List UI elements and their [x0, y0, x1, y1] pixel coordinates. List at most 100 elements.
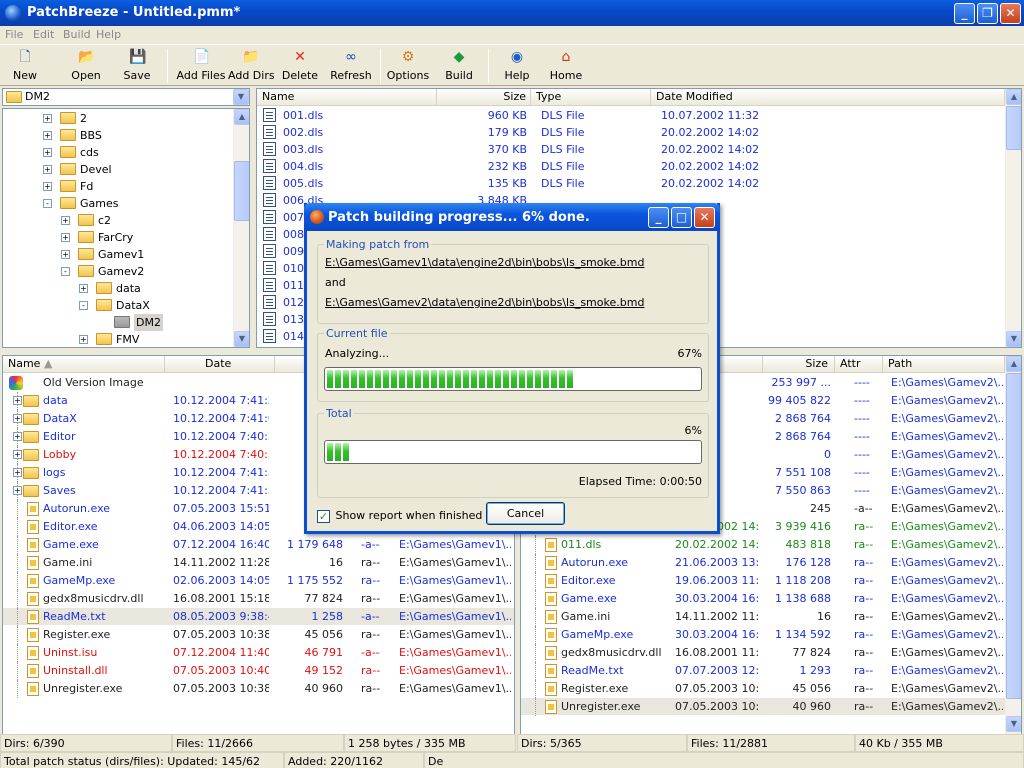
new-file-row[interactable]: Game.exe 30.03.2004 16:... 1 138 688 ra-- E:… [521, 590, 1005, 608]
old-file-row[interactable]: Register.exe 07.05.2003 10:38... 45 056 ra-… [3, 626, 514, 644]
save-button[interactable]: 💾 Save [118, 49, 156, 85]
column-date-modified[interactable]: Date Modified [651, 89, 1005, 106]
old-file-row[interactable]: GameMp.exe 02.06.2003 14:05... 1 175 552 ra… [3, 572, 514, 590]
expand-toggle-icon[interactable]: + [61, 233, 70, 242]
expand-toggle-icon[interactable]: + [61, 250, 70, 259]
old-file-row[interactable]: Uninstall.dll 07.05.2003 10:40... 49 152 ra… [3, 662, 514, 680]
tree-node[interactable]: + c2 [3, 212, 231, 229]
scroll-thumb[interactable] [234, 161, 249, 221]
new-file-row[interactable]: ReadMe.txt 07.07.2003 12:... 1 293 ra-- E:\G… [521, 662, 1005, 680]
new-file-row[interactable]: GameMp.exe 30.03.2004 16:... 1 134 592 ra--… [521, 626, 1005, 644]
scroll-thumb[interactable] [1006, 373, 1021, 699]
scroll-down-icon[interactable]: ▼ [234, 331, 249, 347]
old-file-row[interactable]: Uninst.isu 07.12.2004 11:40... 46 791 -a-- E… [3, 644, 514, 662]
old-file-row[interactable]: gedx8musicdrv.dll 16.08.2001 15:18... 77 8… [3, 590, 514, 608]
expand-toggle-icon[interactable]: + [43, 182, 52, 191]
refresh-button[interactable]: ∞ Refresh [330, 49, 372, 85]
dialog-close-button[interactable]: ✕ [694, 207, 715, 228]
menu-file[interactable]: File [5, 28, 23, 41]
close-button[interactable]: ✕ [1000, 3, 1021, 24]
build-button[interactable]: ◆ Build [442, 49, 476, 85]
expand-toggle-icon[interactable]: + [13, 468, 22, 477]
expand-toggle-icon[interactable]: + [13, 432, 22, 441]
tree-node[interactable]: - Gamev2 [3, 263, 231, 280]
chevron-down-icon[interactable]: ▼ [233, 89, 249, 105]
restore-button[interactable]: ❐ [977, 3, 998, 24]
old-file-row[interactable]: Game.ini 14.11.2002 11:28... 16 ra-- E:\Game… [3, 554, 514, 572]
menu-help[interactable]: Help [96, 28, 121, 41]
file-row[interactable]: 001.dls 960 KB DLS File 10.07.2002 11:32 [257, 107, 1005, 124]
new-file-row[interactable]: gedx8musicdrv.dll 16.08.2001 11:... 77 824… [521, 644, 1005, 662]
old-file-row[interactable]: Unregister.exe 07.05.2003 10:38... 40 960 r… [3, 680, 514, 698]
tree-node[interactable]: + data [3, 280, 231, 297]
new-version-scrollbar[interactable]: ▲ ▼ [1005, 356, 1021, 734]
new-file-row[interactable]: 011.dls 20.02.2002 14:... 483 818 ra-- E:\Ga… [521, 536, 1005, 554]
menu-build[interactable]: Build [63, 28, 91, 41]
file-row[interactable]: 004.dls 232 KB DLS File 20.02.2002 14:02 [257, 158, 1005, 175]
tree-node[interactable]: + Devel [3, 161, 231, 178]
expand-toggle-icon[interactable]: + [43, 165, 52, 174]
column-path[interactable]: Path [883, 356, 1005, 373]
tree-node[interactable]: + Fd [3, 178, 231, 195]
dialog-title-bar[interactable]: Patch building progress... 6% done. _ □ … [304, 203, 720, 231]
minimize-button[interactable]: _ [954, 3, 975, 24]
options-button[interactable]: ⚙ Options [386, 49, 430, 85]
delete-button[interactable]: ✕ Delete [280, 49, 320, 85]
show-report-checkbox[interactable]: ✓ [317, 509, 330, 523]
expand-toggle-icon[interactable]: + [13, 486, 22, 495]
tree-node[interactable]: + FarCry [3, 229, 231, 246]
tree-node[interactable]: DM2 [3, 314, 231, 331]
expand-toggle-icon[interactable]: - [43, 199, 52, 208]
file-list-scrollbar[interactable]: ▲ ▼ [1005, 89, 1021, 347]
expand-toggle-icon[interactable]: + [43, 148, 52, 157]
column-name[interactable]: Name ▲ [3, 356, 165, 373]
tree-node[interactable]: +2 [3, 110, 231, 127]
file-row[interactable]: 003.dls 370 KB DLS File 20.02.2002 14:02 [257, 141, 1005, 158]
expand-toggle-icon[interactable]: - [61, 267, 70, 276]
add-files-button[interactable]: 📄 Add Files [174, 49, 228, 85]
new-file-row[interactable]: Register.exe 07.05.2003 10:... 45 056 ra-- E… [521, 680, 1005, 698]
open-button[interactable]: 📂 Open [66, 49, 106, 85]
expand-toggle-icon[interactable]: + [61, 216, 70, 225]
title-bar[interactable]: PatchBreeze - Untitled.pmm* _ ❐ ✕ [0, 0, 1024, 26]
expand-toggle-icon[interactable]: + [79, 284, 88, 293]
expand-toggle-icon[interactable]: + [13, 450, 22, 459]
tree-node[interactable]: - Games [3, 195, 231, 212]
column-type[interactable]: Type [531, 89, 651, 106]
new-file-row[interactable]: Unregister.exe 07.05.2003 10:... 40 960 ra-… [521, 698, 1005, 716]
expand-toggle-icon[interactable]: + [13, 414, 22, 423]
tree-node[interactable]: + FMV [3, 331, 231, 347]
expand-toggle-icon[interactable]: + [79, 335, 88, 344]
cancel-button[interactable]: Cancel [486, 502, 565, 525]
new-file-row[interactable]: Game.ini 14.11.2002 11:... 16 ra-- E:\Games\… [521, 608, 1005, 626]
expand-toggle-icon[interactable]: + [43, 131, 52, 140]
show-report-checkbox-row[interactable]: ✓ Show report when finished [317, 508, 482, 524]
scroll-thumb[interactable] [1006, 106, 1021, 150]
tree-node[interactable]: + cds [3, 144, 231, 161]
file-row[interactable]: 002.dls 179 KB DLS File 20.02.2002 14:02 [257, 124, 1005, 141]
expand-toggle-icon[interactable]: - [79, 301, 88, 310]
scroll-up-icon[interactable]: ▲ [1006, 89, 1021, 105]
scroll-down-icon[interactable]: ▼ [1006, 716, 1021, 732]
scroll-down-icon[interactable]: ▼ [1006, 331, 1021, 347]
old-file-row[interactable]: Game.exe 07.12.2004 16:40... 1 179 648 -a--… [3, 536, 514, 554]
menu-edit[interactable]: Edit [33, 28, 54, 41]
column-date[interactable]: Date [165, 356, 275, 373]
old-file-row[interactable]: ReadMe.txt 08.05.2003 9:38:48 1 258 -a-- E:\… [3, 608, 514, 626]
help-button[interactable]: ◉ Help [500, 49, 534, 85]
tree-node[interactable]: - DataX [3, 297, 231, 314]
new-file-row[interactable]: Editor.exe 19.06.2003 11:... 1 118 208 ra--… [521, 572, 1005, 590]
tree-node[interactable]: + Gamev1 [3, 246, 231, 263]
new-file-row[interactable]: Autorun.exe 21.06.2003 13:... 176 128 ra-- E… [521, 554, 1005, 572]
dialog-minimize-button[interactable]: _ [648, 207, 669, 228]
tree-node[interactable]: + BBS [3, 127, 231, 144]
expand-toggle-icon[interactable]: + [13, 396, 22, 405]
scroll-up-icon[interactable]: ▲ [1006, 356, 1021, 372]
folder-combo[interactable]: DM2 ▼ [2, 88, 250, 106]
new-button[interactable]: 🗋 New [6, 49, 44, 85]
column-name[interactable]: Name [257, 89, 437, 106]
home-button[interactable]: ⌂ Home [548, 49, 584, 85]
file-row[interactable]: 005.dls 135 KB DLS File 20.02.2002 14:02 [257, 175, 1005, 192]
column-size[interactable]: Size [437, 89, 531, 106]
column-attr[interactable]: Attr [835, 356, 883, 373]
